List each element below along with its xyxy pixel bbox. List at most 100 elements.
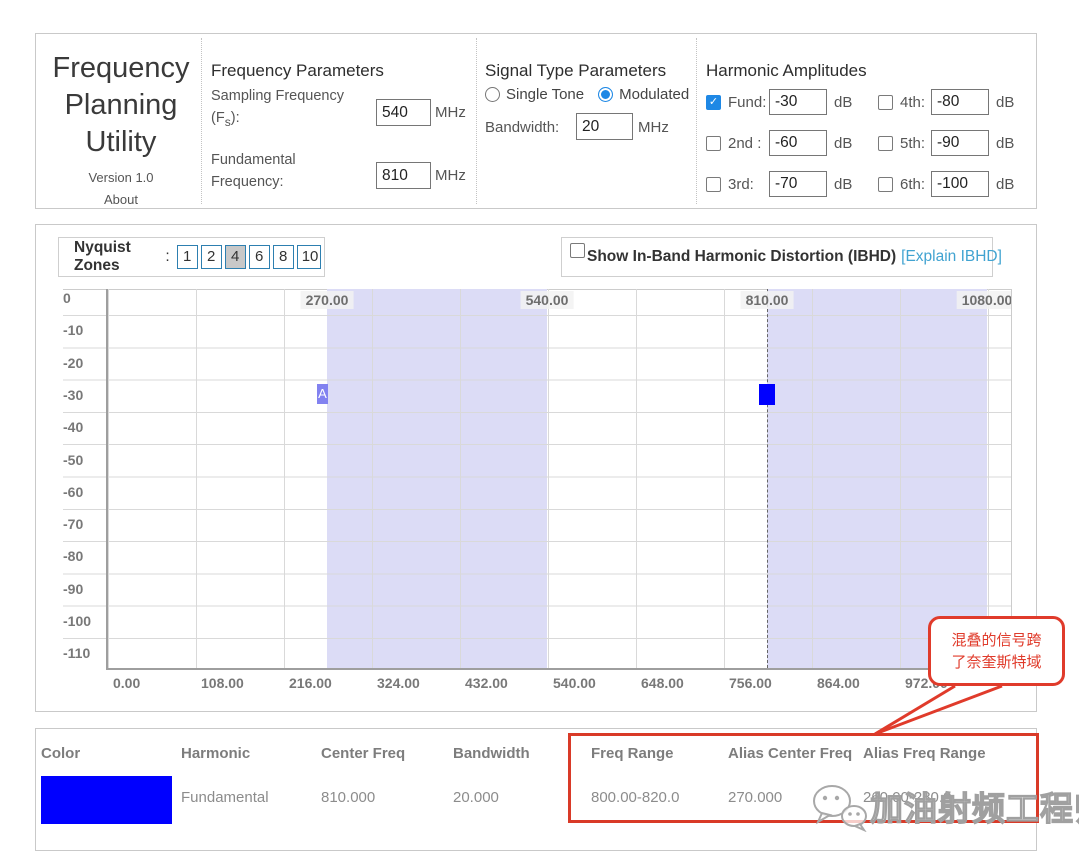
2nd-label: 2nd : <box>728 134 762 152</box>
table-cell-harmonic: Fundamental <box>181 789 269 806</box>
2nd-amplitude-input[interactable] <box>769 130 827 156</box>
fundamental-signal-marker <box>759 384 775 405</box>
x-tick: 324.00 <box>377 675 420 691</box>
table-header-harmonic: Harmonic <box>181 745 251 762</box>
single-tone-label: Single Tone <box>506 86 585 103</box>
chart-panel: Nyquist Zones : 1 2 4 6 8 10 Show In-Ban… <box>35 224 1037 712</box>
section-divider <box>201 38 202 204</box>
fundamental-frequency-unit: MHz <box>435 167 466 184</box>
ibhd-checkbox[interactable] <box>570 243 585 258</box>
table-header-center-freq: Center Freq <box>321 745 406 762</box>
harmonic-row-4th: 4th: dB <box>878 89 1014 115</box>
bandwidth-input[interactable] <box>576 113 633 140</box>
4th-checkbox[interactable] <box>878 94 893 110</box>
x-tick: 648.00 <box>641 675 684 691</box>
watermark: 加油射频工程师 <box>808 780 1079 832</box>
x-tick: 108.00 <box>201 675 244 691</box>
fundamental-frequency-label: Fundamental <box>211 152 296 168</box>
5th-unit: dB <box>996 134 1015 152</box>
x-tick: 216.00 <box>289 675 332 691</box>
harmonic-amplitudes-heading: Harmonic Amplitudes <box>706 61 867 80</box>
y-tick: -110 <box>63 645 91 661</box>
nyquist-boundary-label: 270.00 <box>300 291 354 309</box>
check-icon: ✓ <box>708 95 719 108</box>
fundamental-frequency-input[interactable] <box>376 162 431 189</box>
fund-label: Fund: <box>728 93 767 111</box>
harmonic-row-5th: 5th: dB <box>878 130 1014 156</box>
fundamental-color-swatch <box>41 776 172 824</box>
app-title: Frequency <box>52 52 190 84</box>
harmonic-row-3rd: 3rd: dB <box>706 171 852 197</box>
5th-checkbox[interactable] <box>878 135 893 151</box>
nyquist-boundary-label: 1080.00 <box>956 291 1011 309</box>
2nd-unit: dB <box>834 134 853 152</box>
3rd-label: 3rd: <box>728 175 754 193</box>
6th-unit: dB <box>996 175 1015 193</box>
3rd-checkbox[interactable] <box>706 176 721 192</box>
5th-label: 5th: <box>900 134 926 152</box>
explain-ibhd-link[interactable]: [Explain IBHD] <box>901 248 1002 266</box>
table-header-color: Color <box>41 745 81 762</box>
bandwidth-label: Bandwidth: <box>485 119 560 136</box>
plot-area: 270.00 540.00 810.00 1080.00 A <box>108 289 1011 668</box>
horizontal-gridlines <box>108 315 1011 668</box>
2nd-checkbox[interactable] <box>706 135 721 151</box>
4th-label: 4th: <box>900 93 926 111</box>
6th-label: 6th: <box>900 175 926 193</box>
app-title-block: Frequency Planning Utility Version 1.0 A… <box>46 50 196 207</box>
table-cell-center-freq: 810.000 <box>321 789 376 806</box>
6th-amplitude-input[interactable] <box>931 171 989 197</box>
ibhd-bar: Show In-Band Harmonic Distortion (IBHD) … <box>561 237 1002 277</box>
callout-tail <box>874 684 1003 736</box>
nyquist-zone-button-10[interactable]: 10 <box>296 245 321 269</box>
3rd-amplitude-input[interactable] <box>769 171 827 197</box>
nyquist-zone-button-4[interactable]: 4 <box>224 245 246 269</box>
table-cell-bandwidth: 20.000 <box>453 789 499 806</box>
watermark-text: 加油射频工程师 <box>869 789 1079 827</box>
signal-type-heading: Signal Type Parameters <box>485 61 667 80</box>
nyquist-zone-button-1[interactable]: 1 <box>176 245 198 269</box>
harmonic-row-6th: 6th: dB <box>878 171 1014 197</box>
wechat-logo-icon <box>813 785 867 832</box>
x-tick: 864.00 <box>817 675 860 691</box>
fund-checkbox[interactable]: ✓ <box>706 94 721 110</box>
nyquist-zone-button-6[interactable]: 6 <box>248 245 270 269</box>
about-link[interactable]: About <box>46 192 196 207</box>
nyquist-zone-button-8[interactable]: 8 <box>272 245 294 269</box>
modulated-label: Modulated <box>619 86 690 103</box>
annotation-callout-bubble: 混叠的信号跨 了奈奎斯特域 <box>928 616 1065 686</box>
single-tone-radio[interactable] <box>485 87 500 102</box>
nyquist-zones-bar: Nyquist Zones : 1 2 4 6 8 10 <box>58 237 325 277</box>
nyquist-boundary-label: 810.00 <box>740 291 794 309</box>
sampling-frequency-label: Sampling Frequency <box>211 88 344 104</box>
3rd-unit: dB <box>834 175 853 193</box>
sampling-frequency-fs-label: (Fs): <box>211 110 240 129</box>
nyquist-zone-button-2[interactable]: 2 <box>200 245 222 269</box>
4th-amplitude-input[interactable] <box>931 89 989 115</box>
6th-checkbox[interactable] <box>878 176 893 192</box>
x-tick: 432.00 <box>465 675 508 691</box>
bandwidth-unit: MHz <box>638 119 669 136</box>
fund-amplitude-input[interactable] <box>769 89 827 115</box>
frequency-planning-utility-app: Frequency Planning Utility Version 1.0 A… <box>0 0 1079 858</box>
parameters-panel: Frequency Planning Utility Version 1.0 A… <box>35 33 1037 209</box>
ibhd-label: Show In-Band Harmonic Distortion (IBHD) <box>587 248 897 265</box>
signal-type-radio-group: Single Tone Modulated <box>485 86 689 103</box>
chart-right-border <box>1011 289 1012 668</box>
harmonic-row-fund: ✓ Fund: dB <box>706 89 852 115</box>
nyquist-boundary-label: 540.00 <box>520 291 574 309</box>
4th-unit: dB <box>996 93 1015 111</box>
modulated-radio[interactable] <box>598 87 614 102</box>
x-axis-line <box>106 668 1012 670</box>
callout-text-line1: 混叠的信号跨 <box>951 632 1042 649</box>
version-label: Version 1.0 <box>88 170 154 185</box>
sampling-frequency-unit: MHz <box>435 104 466 121</box>
section-divider <box>476 38 477 204</box>
sampling-frequency-input[interactable] <box>376 99 431 126</box>
fund-unit: dB <box>834 93 853 111</box>
5th-amplitude-input[interactable] <box>931 130 989 156</box>
section-divider <box>696 38 697 204</box>
x-tick: 756.00 <box>729 675 772 691</box>
x-tick: 540.00 <box>553 675 596 691</box>
nyquist-zones-colon: : <box>165 248 170 265</box>
